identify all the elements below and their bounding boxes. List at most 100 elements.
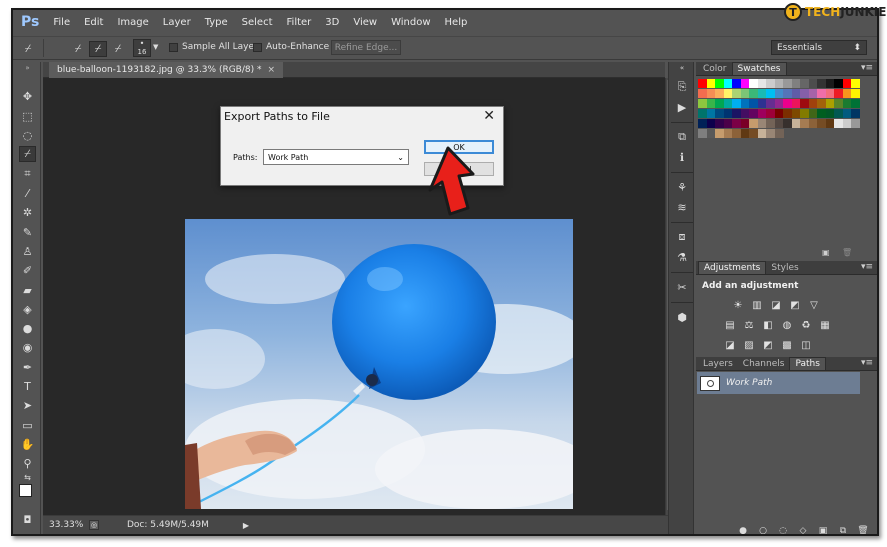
quick-selection-tool-icon[interactable]: ⌿ bbox=[19, 146, 36, 162]
paint-bucket-tool-icon[interactable]: ◈ bbox=[19, 301, 36, 317]
menu-file[interactable]: File bbox=[53, 17, 70, 28]
tab-channels[interactable]: Channels bbox=[738, 357, 790, 370]
blur-tool-icon[interactable]: ● bbox=[19, 320, 36, 336]
marquee-tool-icon[interactable]: ⬚ bbox=[19, 108, 36, 124]
zoom-level[interactable]: 33.33% bbox=[49, 520, 85, 530]
swap-colors-icon[interactable]: ⇆ bbox=[19, 472, 36, 482]
crop-tool-icon[interactable]: ⌗ bbox=[19, 166, 36, 182]
collapse-dock-icon[interactable]: « bbox=[674, 64, 690, 72]
document-tab[interactable]: blue-balloon-1193182.jpg @ 33.3% (RGB/8)… bbox=[49, 62, 284, 78]
add-to-selection-icon[interactable]: ⌿ bbox=[89, 41, 107, 57]
menu-3d[interactable]: 3D bbox=[325, 17, 339, 28]
actions-panel-icon[interactable]: ▶ bbox=[674, 100, 690, 114]
path-row-work-path[interactable]: Work Path bbox=[697, 372, 860, 394]
refine-edge-button[interactable]: Refine Edge... bbox=[331, 40, 401, 55]
add-mask-icon[interactable]: ▣ bbox=[817, 526, 829, 535]
stroke-path-icon[interactable]: ○ bbox=[757, 526, 769, 535]
selective-color-icon[interactable]: ◫ bbox=[798, 338, 814, 352]
menu-type[interactable]: Type bbox=[205, 17, 228, 28]
curves-icon[interactable]: ◪ bbox=[768, 298, 784, 312]
history-panel-icon[interactable]: ⎘ bbox=[674, 80, 690, 94]
workspace-select[interactable]: Essentials ⬍ bbox=[771, 40, 867, 55]
brightness-icon[interactable]: ☀ bbox=[730, 298, 746, 312]
new-swatch-icon[interactable]: ▣ bbox=[822, 248, 830, 257]
photo-filter-icon[interactable]: ◍ bbox=[779, 318, 795, 332]
tab-styles[interactable]: Styles bbox=[766, 261, 803, 274]
vibrance-icon[interactable]: ▽ bbox=[806, 298, 822, 312]
hand-tool-icon[interactable]: ✋ bbox=[19, 436, 36, 452]
color-swatch[interactable] bbox=[851, 99, 860, 108]
pen-tool-icon[interactable]: ✒ bbox=[19, 359, 36, 375]
fill-path-icon[interactable]: ● bbox=[737, 526, 749, 535]
brush-presets-icon[interactable]: ≋ bbox=[674, 200, 690, 214]
panel-menu-icon[interactable]: ▾≡ bbox=[861, 358, 873, 368]
brush-dropdown-icon[interactable]: ▼ bbox=[153, 43, 158, 51]
clone-source-icon[interactable]: ⧈ bbox=[674, 230, 690, 244]
3d-panel-icon[interactable]: ⬢ bbox=[674, 310, 690, 324]
layer-comps-icon[interactable]: ⧉ bbox=[674, 130, 690, 144]
history-brush-tool-icon[interactable]: ✐ bbox=[19, 262, 36, 278]
color-lookup-icon[interactable]: ▦ bbox=[817, 318, 833, 332]
delete-swatch-icon[interactable]: 🗑 bbox=[842, 248, 852, 257]
status-menu-arrow-icon[interactable]: ▶ bbox=[243, 521, 249, 530]
menu-filter[interactable]: Filter bbox=[287, 17, 312, 28]
load-as-selection-icon[interactable]: ◌ bbox=[777, 526, 789, 535]
menu-help[interactable]: Help bbox=[445, 17, 468, 28]
panel-menu-icon[interactable]: ▾≡ bbox=[861, 262, 873, 272]
zoom-tool-icon[interactable]: ⚲ bbox=[19, 455, 36, 471]
foreground-color-swatch[interactable] bbox=[19, 484, 32, 497]
color-swatch[interactable] bbox=[851, 119, 860, 128]
color-swatch[interactable] bbox=[851, 89, 860, 98]
gradient-map-icon[interactable]: ▩ bbox=[779, 338, 795, 352]
type-tool-icon[interactable]: T bbox=[19, 378, 36, 394]
quick-selection-preset-icon[interactable]: ⌿ bbox=[19, 41, 37, 57]
subtract-selection-icon[interactable]: ⌿ bbox=[109, 41, 127, 57]
channel-mixer-icon[interactable]: ♻ bbox=[798, 318, 814, 332]
quick-mask-icon[interactable]: ◘ bbox=[19, 512, 36, 528]
dodge-tool-icon[interactable]: ◉ bbox=[19, 339, 36, 355]
clone-stamp-tool-icon[interactable]: ♙ bbox=[19, 243, 36, 259]
make-work-path-icon[interactable]: ◇ bbox=[797, 526, 809, 535]
new-path-icon[interactable]: ⧉ bbox=[837, 526, 849, 535]
menu-edit[interactable]: Edit bbox=[84, 17, 103, 28]
brush-tool-icon[interactable]: ✎ bbox=[19, 224, 36, 240]
color-balance-icon[interactable]: ⚖ bbox=[741, 318, 757, 332]
color-swatch[interactable] bbox=[851, 79, 860, 88]
collapse-tools-icon[interactable]: » bbox=[19, 64, 36, 72]
lasso-tool-icon[interactable]: ◌ bbox=[19, 127, 36, 143]
tab-layers[interactable]: Layers bbox=[698, 357, 738, 370]
tab-color[interactable]: Color bbox=[698, 62, 732, 75]
panel-menu-icon[interactable]: ▾≡ bbox=[861, 63, 873, 73]
properties-icon[interactable]: ✂ bbox=[674, 280, 690, 294]
hue-saturation-icon[interactable]: ▤ bbox=[722, 318, 738, 332]
black-white-icon[interactable]: ◧ bbox=[760, 318, 776, 332]
brush-size-picker[interactable]: • 16 bbox=[133, 39, 151, 57]
info-panel-icon[interactable]: ℹ bbox=[674, 150, 690, 164]
eyedropper-tool-icon[interactable]: ⁄ bbox=[19, 185, 36, 201]
menu-view[interactable]: View bbox=[353, 17, 377, 28]
auto-enhance-checkbox[interactable]: Auto-Enhance bbox=[253, 42, 329, 52]
menu-layer[interactable]: Layer bbox=[163, 17, 191, 28]
new-selection-icon[interactable]: ⌿ bbox=[69, 41, 87, 57]
threshold-icon[interactable]: ◩ bbox=[760, 338, 776, 352]
tab-paths[interactable]: Paths bbox=[789, 357, 826, 370]
color-swatch[interactable] bbox=[774, 129, 784, 138]
delete-path-icon[interactable]: 🗑 bbox=[857, 526, 869, 535]
menu-select[interactable]: Select bbox=[242, 17, 273, 28]
eraser-tool-icon[interactable]: ▰ bbox=[19, 282, 36, 298]
invert-icon[interactable]: ◪ bbox=[722, 338, 738, 352]
tab-swatches[interactable]: Swatches bbox=[731, 62, 787, 75]
menu-image[interactable]: Image bbox=[117, 17, 148, 28]
rectangle-tool-icon[interactable]: ▭ bbox=[19, 417, 36, 433]
menu-window[interactable]: Window bbox=[391, 17, 430, 28]
tab-adjustments[interactable]: Adjustments bbox=[698, 261, 767, 274]
share-icon[interactable]: ◎ bbox=[89, 520, 99, 530]
sample-all-layers-checkbox[interactable]: Sample All Layers bbox=[169, 42, 262, 52]
levels-icon[interactable]: ▥ bbox=[749, 298, 765, 312]
tool-presets-icon[interactable]: ⚗ bbox=[674, 250, 690, 264]
close-icon[interactable]: ✕ bbox=[483, 108, 495, 124]
posterize-icon[interactable]: ▨ bbox=[741, 338, 757, 352]
close-tab-icon[interactable]: × bbox=[267, 65, 275, 75]
healing-brush-tool-icon[interactable]: ✲ bbox=[19, 204, 36, 220]
exposure-icon[interactable]: ◩ bbox=[787, 298, 803, 312]
